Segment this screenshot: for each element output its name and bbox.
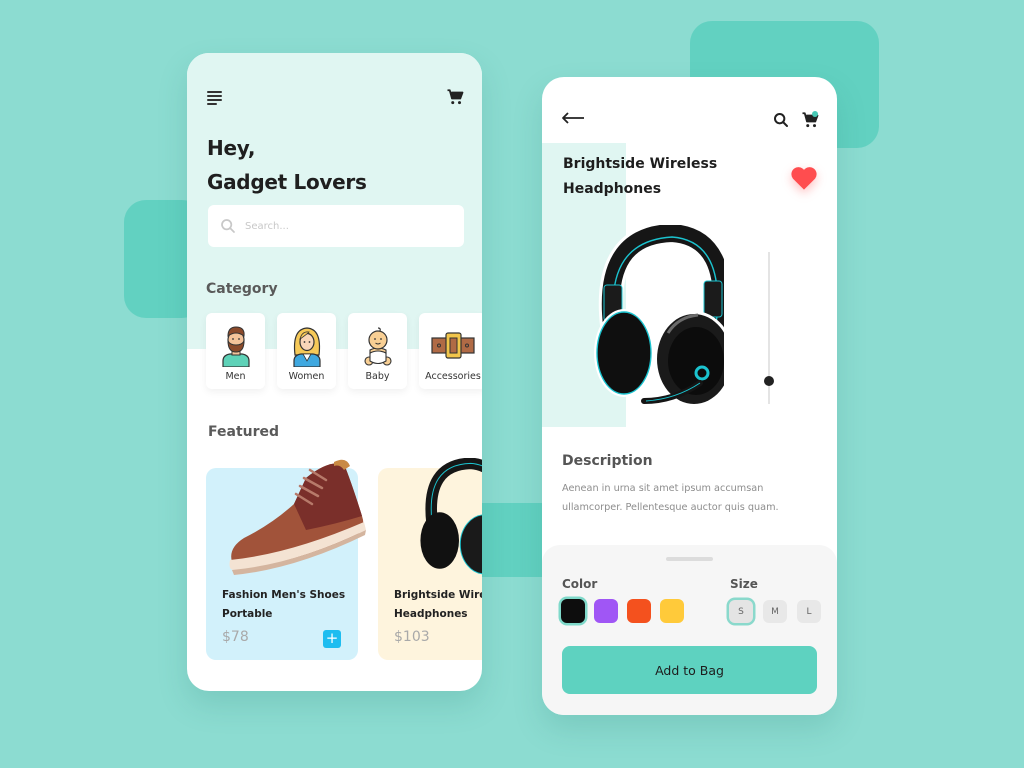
category-label: Accessories xyxy=(425,371,481,382)
size-options: S M L xyxy=(729,600,821,623)
search-bar[interactable] xyxy=(208,205,464,247)
options-sheet: Color Size S M L Add to Bag xyxy=(542,545,837,715)
hamburger-menu-icon[interactable] xyxy=(207,91,223,105)
color-swatch-yellow[interactable] xyxy=(660,599,684,623)
headphones-product-image xyxy=(594,225,724,407)
product-name: Brightside Wireless Headphones xyxy=(394,589,482,620)
header-background xyxy=(187,53,482,349)
background-decor-block xyxy=(482,503,544,577)
featured-list: Fashion Men's Shoes Portable $78 + Brigh… xyxy=(206,458,482,660)
product-detail-screen: Brightside Wireless Headphones Descripti… xyxy=(542,77,837,715)
search-input[interactable] xyxy=(245,220,445,232)
category-label: Women xyxy=(288,371,325,382)
featured-heading: Featured xyxy=(208,424,280,440)
baby-avatar-icon xyxy=(363,327,392,366)
description-heading: Description xyxy=(562,453,653,469)
color-swatch-black[interactable] xyxy=(561,599,585,623)
add-to-cart-button[interactable]: + xyxy=(323,630,341,648)
volume-slider-handle[interactable] xyxy=(764,376,774,387)
category-heading: Category xyxy=(206,281,278,297)
category-accessories[interactable]: Accessories xyxy=(419,313,482,389)
search-icon xyxy=(221,219,235,233)
favorite-heart-icon[interactable] xyxy=(790,165,818,191)
product-name: Fashion Men's Shoes Portable xyxy=(222,589,346,620)
belt-icon xyxy=(431,332,475,359)
cart-badge xyxy=(812,111,818,117)
size-option-m[interactable]: M xyxy=(763,600,787,623)
category-women[interactable]: Women xyxy=(277,313,336,389)
color-options xyxy=(561,599,684,623)
product-price: $103 xyxy=(394,629,430,645)
description-text: Aenean in urna sit amet ipsum accumsan u… xyxy=(562,483,779,513)
man-avatar-icon xyxy=(221,326,250,367)
size-label: Size xyxy=(730,577,758,591)
product-price: $78 xyxy=(222,629,249,645)
size-option-s[interactable]: S xyxy=(729,600,753,623)
woman-avatar-icon xyxy=(292,327,321,367)
category-label: Men xyxy=(225,371,246,382)
greeting-line-1: Hey, xyxy=(207,136,256,160)
category-list: Men Women Baby Accessories xyxy=(206,313,482,389)
color-label: Color xyxy=(562,577,598,591)
featured-product-card[interactable]: Brightside Wireless Headphones $103 xyxy=(378,458,482,660)
size-option-l[interactable]: L xyxy=(797,600,821,623)
category-men[interactable]: Men xyxy=(206,313,265,389)
category-label: Baby xyxy=(365,371,390,382)
cart-icon[interactable] xyxy=(446,88,464,106)
greeting-line-2: Gadget Lovers xyxy=(207,170,367,194)
color-swatch-purple[interactable] xyxy=(594,599,618,623)
search-icon[interactable] xyxy=(773,112,789,128)
shoe-image xyxy=(229,459,366,575)
greeting-heading: Hey, Gadget Lovers xyxy=(207,131,367,199)
back-arrow-icon[interactable] xyxy=(561,111,585,125)
sheet-drag-handle[interactable] xyxy=(666,557,713,561)
featured-product-card[interactable]: Fashion Men's Shoes Portable $78 + xyxy=(206,459,366,660)
add-to-bag-button[interactable]: Add to Bag xyxy=(562,646,817,694)
headphones-image xyxy=(420,458,482,575)
home-screen: Hey, Gadget Lovers Category Men xyxy=(187,53,482,691)
color-swatch-orange[interactable] xyxy=(627,599,651,623)
product-title: Brightside Wireless Headphones xyxy=(563,156,718,197)
category-baby[interactable]: Baby xyxy=(348,313,407,389)
